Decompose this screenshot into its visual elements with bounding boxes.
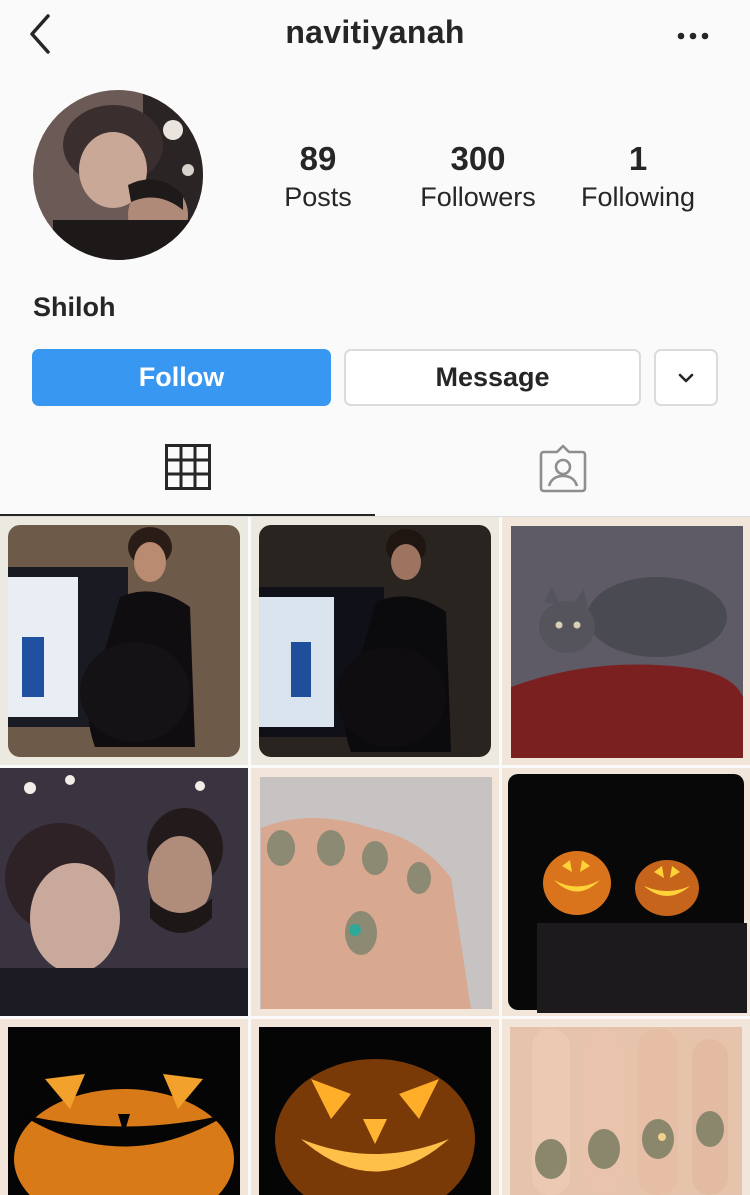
tab-posts-grid[interactable]: [0, 430, 375, 516]
post-thumbnail[interactable]: [502, 1019, 750, 1195]
post-thumbnail[interactable]: [251, 517, 499, 765]
top-bar: navitiyanah: [0, 0, 750, 72]
chevron-down-icon: [678, 373, 694, 382]
post-thumbnail[interactable]: [251, 768, 499, 1016]
followers-count-label: Followers: [420, 182, 536, 212]
tab-tagged[interactable]: [375, 430, 750, 516]
following-count-label: Following: [580, 182, 696, 212]
follow-button[interactable]: Follow: [32, 349, 331, 406]
profile-display-name: Shiloh: [33, 292, 116, 322]
grid-icon: [164, 444, 211, 490]
post-thumbnail[interactable]: [251, 1019, 499, 1195]
following-count-value: 1: [628, 140, 648, 177]
followers-count-value: 300: [450, 140, 506, 177]
posts-count[interactable]: 89 Posts: [233, 140, 403, 216]
profile-avatar[interactable]: [33, 90, 203, 260]
suggested-accounts-button[interactable]: [654, 349, 718, 406]
posts-count-label: Posts: [284, 182, 352, 212]
post-thumbnail[interactable]: [0, 768, 248, 1016]
following-count[interactable]: 1 Following: [553, 140, 723, 216]
tagged-person-icon: [539, 444, 586, 493]
profile-tabs: [0, 430, 750, 517]
post-thumbnail[interactable]: [0, 1019, 248, 1195]
posts-count-value: 89: [299, 140, 337, 177]
message-button[interactable]: Message: [344, 349, 641, 406]
post-thumbnail[interactable]: [502, 517, 750, 765]
post-thumbnail[interactable]: [502, 768, 750, 1016]
more-options-icon[interactable]: [668, 22, 718, 50]
post-thumbnail[interactable]: [0, 517, 248, 765]
followers-count[interactable]: 300 Followers: [393, 140, 563, 216]
profile-username: navitiyanah: [285, 14, 465, 50]
